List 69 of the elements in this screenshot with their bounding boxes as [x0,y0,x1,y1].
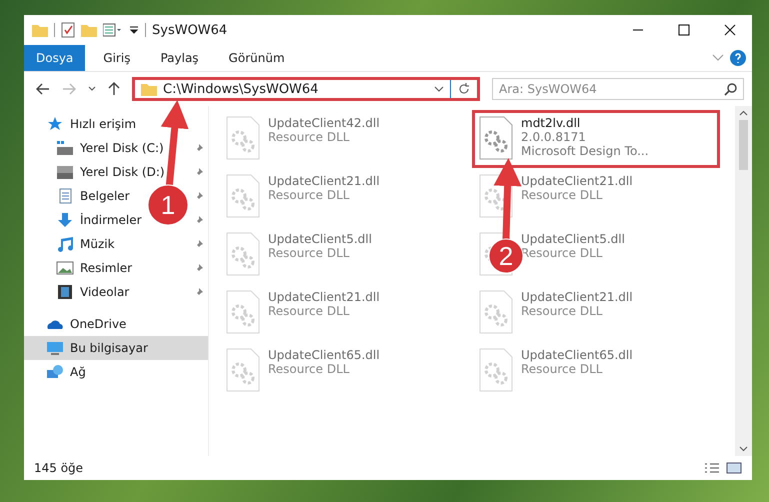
recent-caret-icon[interactable] [88,86,96,92]
monitor-icon [46,340,64,356]
file-detail: Resource DLL [268,246,350,260]
scroll-down-icon[interactable] [739,446,748,452]
scroll-up-icon[interactable] [739,110,748,116]
drive-icon [56,140,74,156]
back-icon[interactable] [36,83,50,95]
file-detail: 2.0.0.8171 [521,130,587,144]
file-name: mdt2lv.dll [521,116,582,130]
file-detail: Resource DLL [521,188,604,202]
sidebar-item[interactable]: Hızlı erişim [24,112,208,136]
file-name: UpdateClient5.dll [521,232,625,246]
file-detail: Microsoft Design To... [521,144,649,158]
details-view-icon[interactable] [704,462,720,474]
sidebar-item[interactable]: Yerel Disk (D:) [80,165,165,179]
large-icons-view-icon[interactable] [726,462,742,474]
ribbon-tab[interactable]: Dosya [24,45,86,71]
up-icon[interactable] [108,82,120,96]
sidebar-item[interactable]: Yerel Disk (C:) [80,141,164,155]
ribbon-tab[interactable]: Görünüm [216,45,297,71]
file-tile[interactable]: mdt2lv.dll 2.0.0.8171 Microsoft Design To... [472,110,720,168]
file-name: UpdateClient65.dll [521,348,633,362]
file-detail: Resource DLL [268,362,350,376]
file-name: UpdateClient21.dll [521,174,633,188]
numbered-marker: 1 [148,184,188,226]
file-name: UpdateClient5.dll [268,232,372,246]
view-options-icon[interactable] [103,23,123,37]
item-count: 145 öğe [34,461,84,475]
file-detail: Resource DLL [268,188,350,202]
file-name: UpdateClient65.dll [268,348,380,362]
file-detail: Resource DLL [521,246,604,260]
file-name: UpdateClient21.dll [521,290,633,304]
sidebar-item[interactable]: Ağ [24,360,208,384]
file-name: UpdateClient21.dll [268,290,380,304]
properties-icon[interactable] [61,22,75,38]
window-title: SysWOW64 [152,22,228,38]
sidebar-item[interactable]: Bu bilgisayar [24,336,208,360]
numbered-marker: 2 [488,238,524,274]
scroll-thumb[interactable] [739,120,748,170]
network-icon [46,364,64,380]
ribbon-tab[interactable]: Giriş [91,45,142,71]
file-detail: Resource DLL [521,362,604,376]
file-detail: Resource DLL [268,130,350,144]
help-icon[interactable] [730,50,746,66]
sidebar-item[interactable]: Müzik [80,237,115,251]
scrollbar[interactable] [735,106,752,456]
file-detail: Resource DLL [268,304,350,318]
chevron-down-icon[interactable] [712,54,724,62]
music-note-icon [56,236,74,252]
file-name: UpdateClient42.dll [268,116,380,130]
file-name: UpdateClient21.dll [268,174,380,188]
sidebar-item[interactable]: Belgeler [80,189,130,203]
ribbon-tab[interactable]: Paylaş [148,45,211,71]
drive-icon [56,164,74,180]
search-icon[interactable] [724,82,738,96]
search-field[interactable]: Ara: SysWOW64 [492,78,744,100]
picture-icon [56,260,74,276]
sidebar-item[interactable]: Resimler [80,261,132,275]
maximize-icon[interactable] [678,24,690,36]
address-bar[interactable]: C:\Windows\SysWOW64 [132,77,480,101]
sidebar-item[interactable]: İndirmeler [80,213,142,227]
film-icon [56,284,74,300]
sidebar-item[interactable]: Videolar [80,285,130,299]
download-arrow-icon [56,212,74,228]
sidebar-item[interactable]: OneDrive [24,312,208,336]
star-icon [46,116,64,132]
file-detail: Resource DLL [521,304,604,318]
dropdown-icon[interactable] [129,25,139,35]
close-icon[interactable] [724,24,736,36]
